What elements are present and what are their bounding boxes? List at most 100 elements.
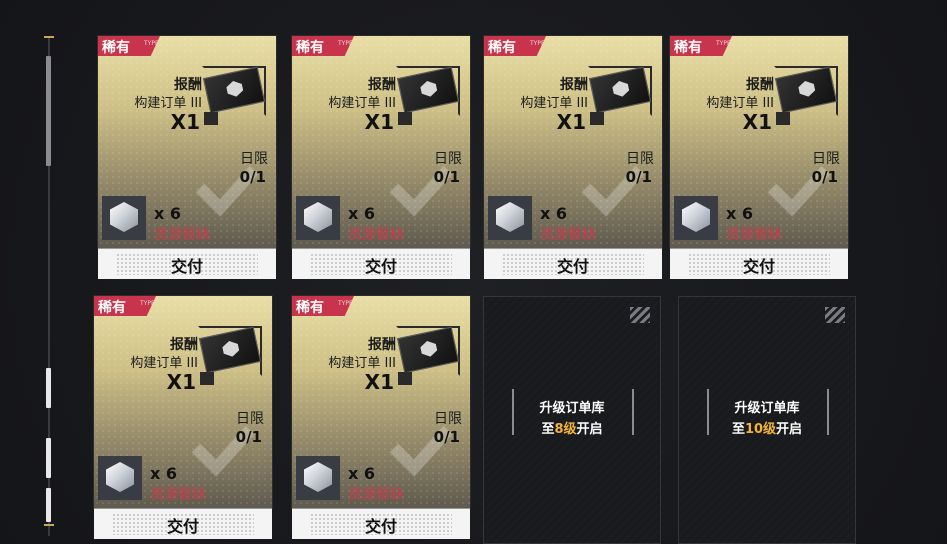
locked-order-slot: 升级订单库 至10级开启 [678,296,856,544]
rarity-sub-label: TYPE [144,40,159,47]
rarity-sub-label: TYPE [338,40,353,47]
rail-bottom-tick [44,524,54,526]
reward-quantity: X1 [170,110,200,134]
order-name: 构建订单 III [328,96,396,111]
reward-quantity: X1 [742,110,772,134]
unlock-level: 至8级开启 [541,422,603,437]
deliver-button[interactable]: 交付 [94,508,272,539]
card-body: 稀有 TYPE 报酬 构建订单 III X1 日限 0/1 x 6 资源暂缺 [94,296,272,508]
order-name: 构建订单 III [328,356,396,371]
card-body: 稀有 TYPE 报酬 构建订单 III X1 日限 0/1 x 6 资源暂缺 [484,36,662,248]
unlock-requirement: 升级订单库 [539,401,605,416]
reward-label: 报酬 [368,77,396,93]
reward-quantity: X1 [166,370,196,394]
card-body: 稀有 TYPE 报酬 构建订单 III X1 日限 0/1 x 6 资源暂缺 [670,36,848,248]
striped-corner-icon [825,307,845,323]
reward-label: 报酬 [170,337,198,353]
crystal-cube-icon [682,202,710,232]
rarity-label: 稀有 [488,40,516,56]
rail-segment [46,368,51,408]
deliver-button[interactable]: 交付 [670,248,848,279]
daily-limit-label: 日限 [812,151,840,167]
rarity-label: 稀有 [674,40,702,56]
rail-segment [46,488,51,522]
resource-status: 资源暂缺 [348,227,404,243]
rarity-label: 稀有 [296,300,324,316]
card-body: 稀有 TYPE 报酬 构建订单 III X1 日限 0/1 x 6 资源暂缺 [292,36,470,248]
crystal-cube-icon [496,202,524,232]
order-card: 稀有 TYPE 报酬 构建订单 III X1 日限 0/1 x 6 资源暂缺 交… [292,36,470,282]
deliver-label: 交付 [742,257,775,276]
resource-slot [98,456,142,500]
daily-limit-label: 日限 [240,151,268,167]
daily-limit-label: 日限 [434,151,462,167]
rarity-label: 稀有 [296,40,324,56]
daily-limit-value: 0/1 [433,168,460,186]
reward-label: 报酬 [174,77,202,93]
crystal-cube-icon [106,462,134,492]
reward-label: 报酬 [560,77,588,93]
deliver-button[interactable]: 交付 [98,248,276,279]
rarity-sub-label: TYPE [530,40,545,47]
reward-label: 报酬 [746,77,774,93]
ticket-chip-icon [398,112,412,125]
reward-quantity: X1 [556,110,586,134]
daily-limit-label: 日限 [236,411,264,427]
order-name: 构建订单 III [130,356,198,371]
striped-corner-icon [630,307,650,323]
deliver-label: 交付 [364,517,397,536]
daily-limit-value: 0/1 [235,428,262,446]
rarity-sub-label: TYPE [716,40,731,47]
side-rail [0,0,70,544]
daily-limit-value: 0/1 [433,428,460,446]
resource-slot [296,456,340,500]
order-name: 构建订单 III [706,96,774,111]
order-name: 构建订单 III [520,96,588,111]
resource-status: 资源暂缺 [150,487,206,503]
daily-limit-label: 日限 [434,411,462,427]
ticket-chip-icon [200,372,214,385]
resource-count: x 6 [726,204,754,223]
resource-status: 资源暂缺 [726,227,782,243]
rarity-label: 稀有 [102,40,130,56]
resource-status: 资源暂缺 [348,487,404,503]
deliver-label: 交付 [166,517,199,536]
resource-count: x 6 [150,464,178,483]
deliver-button[interactable]: 交付 [292,248,470,279]
card-body: 稀有 TYPE 报酬 构建订单 III X1 日限 0/1 x 6 资源暂缺 [98,36,276,248]
rail-top-tick [44,36,54,38]
resource-slot [674,196,718,240]
deliver-button[interactable]: 交付 [484,248,662,279]
deliver-label: 交付 [364,257,397,276]
resource-count: x 6 [348,204,376,223]
deliver-button[interactable]: 交付 [292,508,470,539]
ticket-chip-icon [204,112,218,125]
rarity-sub-label: TYPE [338,300,353,307]
deliver-label: 交付 [556,257,589,276]
resource-status: 资源暂缺 [540,227,596,243]
resource-count: x 6 [154,204,182,223]
deliver-label: 交付 [170,257,203,276]
order-name: 构建订单 III [134,96,202,111]
ticket-chip-icon [776,112,790,125]
reward-quantity: X1 [364,370,394,394]
daily-limit-value: 0/1 [625,168,652,186]
crystal-cube-icon [110,202,138,232]
order-card: 稀有 TYPE 报酬 构建订单 III X1 日限 0/1 x 6 资源暂缺 交… [484,36,662,282]
locked-order-slot: 升级订单库 至8级开启 [483,296,661,544]
rarity-label: 稀有 [98,300,126,316]
order-card: 稀有 TYPE 报酬 构建订单 III X1 日限 0/1 x 6 资源暂缺 交… [98,36,276,282]
card-body: 稀有 TYPE 报酬 构建订单 III X1 日限 0/1 x 6 资源暂缺 [292,296,470,508]
daily-limit-label: 日限 [626,151,654,167]
reward-quantity: X1 [364,110,394,134]
resource-slot [102,196,146,240]
rail-segment [46,56,51,166]
order-card: 稀有 TYPE 报酬 构建订单 III X1 日限 0/1 x 6 资源暂缺 交… [292,296,470,542]
resource-count: x 6 [540,204,568,223]
order-card: 稀有 TYPE 报酬 构建订单 III X1 日限 0/1 x 6 资源暂缺 交… [94,296,272,542]
crystal-cube-icon [304,462,332,492]
rail-segment [46,438,51,478]
resource-count: x 6 [348,464,376,483]
daily-limit-value: 0/1 [239,168,266,186]
resource-slot [296,196,340,240]
